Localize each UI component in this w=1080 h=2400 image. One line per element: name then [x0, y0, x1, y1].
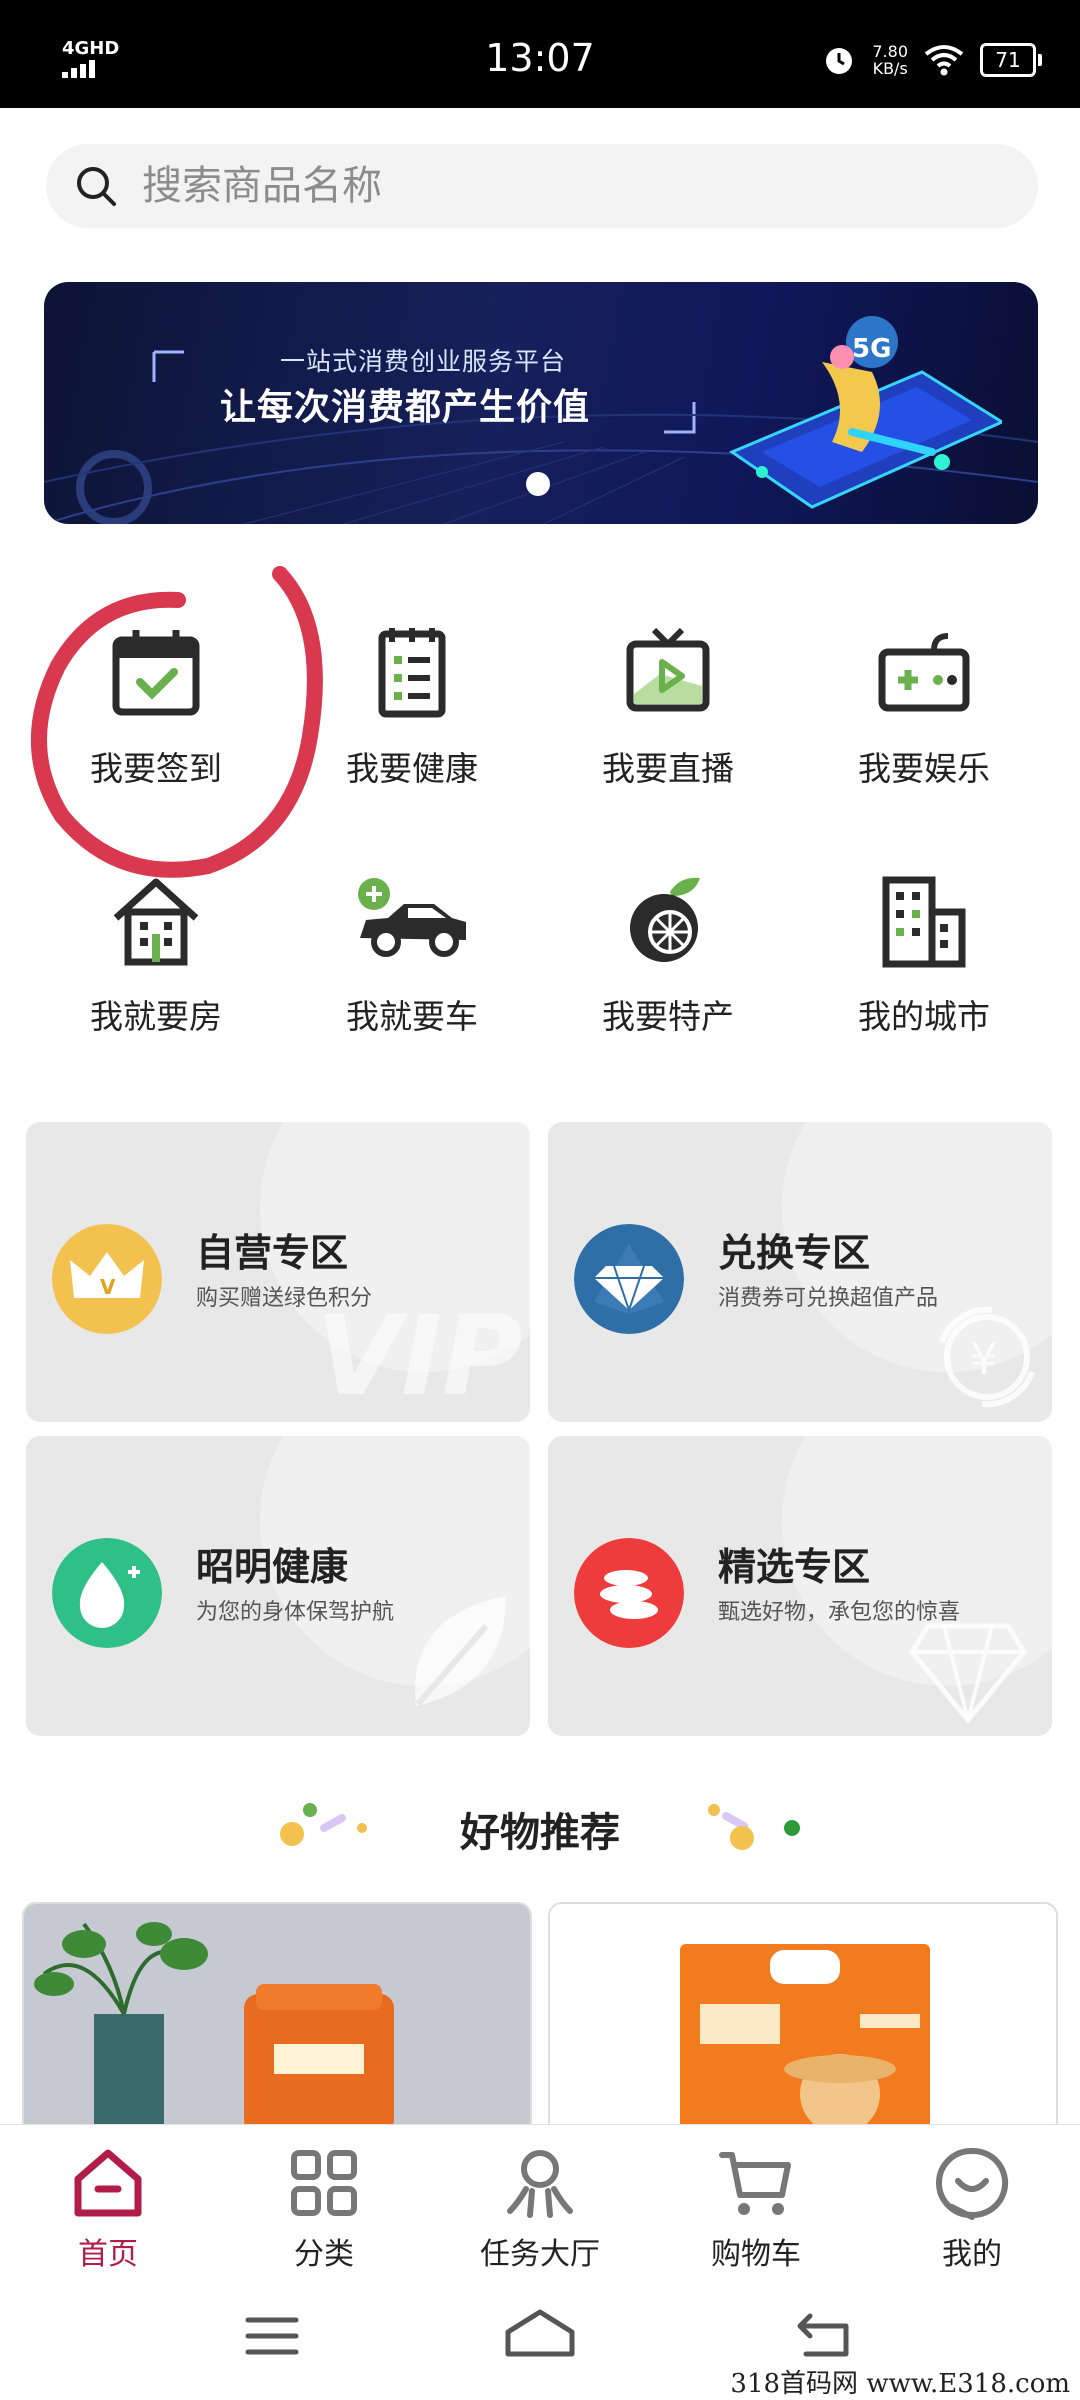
tab-label: 购物车	[711, 2237, 801, 2272]
card-subtitle: 购买赠送绿色积分	[196, 1286, 373, 1311]
car-icon	[358, 878, 466, 957]
promo-card-health[interactable]: 昭明健康 为您的身体保驾护航	[26, 1436, 530, 1736]
shortcut-label: 我的城市	[858, 997, 990, 1036]
shortcut-entertainment[interactable]: 我要娱乐	[824, 624, 1024, 814]
battery-icon: 71	[980, 43, 1042, 77]
tab-label: 我的	[942, 2237, 1002, 2272]
system-navigation-bar: 318首码网 www.E318.com	[0, 2274, 1080, 2400]
shortcut-label: 我要娱乐	[858, 749, 990, 788]
card-title: 自营专区	[196, 1231, 349, 1275]
card-title: 精选专区	[718, 1545, 871, 1589]
banner-subtitle: 一站式消费创业服务平台	[280, 347, 567, 376]
promo-card-selected[interactable]: 精选专区 甄选好物，承包您的惊喜	[548, 1436, 1052, 1736]
product-image	[550, 1904, 1056, 2134]
calendar-check-icon	[112, 630, 200, 716]
shortcut-label: 我要签到	[90, 749, 222, 788]
product-card[interactable]	[22, 1902, 532, 2136]
banner-page-indicator	[526, 472, 550, 496]
wifi-icon	[924, 45, 964, 76]
card-subtitle: 为您的身体保驾护航	[196, 1600, 395, 1625]
diamond-icon	[574, 1224, 684, 1334]
shortcut-label: 我就要车	[346, 997, 478, 1036]
city-building-icon	[882, 876, 966, 968]
orange-fruit-icon	[630, 877, 700, 962]
status-right: 7.80 KB/s 71	[822, 38, 1042, 82]
site-watermark: 318首码网 www.E318.com	[730, 2369, 1070, 2399]
gamepad-icon	[878, 633, 970, 712]
profile-icon	[936, 2147, 1009, 2220]
tab-category[interactable]: 分类	[216, 2143, 432, 2272]
shortcut-car[interactable]: 我就要车	[312, 872, 512, 1062]
card-subtitle: 甄选好物，承包您的惊喜	[718, 1600, 961, 1625]
bottom-tab-bar: 首页 分类 任务大厅 购物车 我的	[0, 2124, 1080, 2275]
diamond-watermark-icon	[908, 1623, 1028, 1724]
card-title: 兑换专区	[718, 1231, 871, 1275]
heading-decoration-right	[708, 1804, 800, 1850]
leaf-watermark-icon	[415, 1596, 506, 1706]
house-icon	[113, 878, 199, 966]
tab-label: 分类	[294, 2237, 354, 2272]
checklist-icon	[378, 628, 446, 718]
banner-title: 让每次消费都产生价值	[220, 387, 591, 428]
shortcut-label: 我要健康	[346, 749, 478, 788]
svg-text:V: V	[100, 1275, 116, 1299]
shortcut-label: 我要特产	[602, 997, 734, 1036]
card-title: 昭明健康	[196, 1545, 349, 1589]
water-drop-icon	[52, 1538, 162, 1648]
cart-icon	[719, 2152, 791, 2215]
shortcut-label: 我就要房	[90, 997, 222, 1036]
shortcut-sign-in[interactable]: 我要签到	[56, 624, 256, 814]
shortcut-house[interactable]: 我就要房	[56, 872, 256, 1062]
status-bar: 4GHD 13:07 7.80 KB/s 71	[0, 0, 1080, 108]
tab-task-hall[interactable]: 任务大厅	[432, 2143, 648, 2272]
net-speed-unit: KB/s	[872, 59, 908, 78]
grid-icon	[291, 2150, 357, 2216]
shortcut-label: 我要直播	[602, 749, 734, 788]
search-input[interactable]	[140, 162, 944, 210]
battery-level: 71	[995, 48, 1021, 72]
home-icon	[74, 2149, 142, 2217]
search-icon[interactable]	[74, 164, 118, 208]
svg-text:5G: 5G	[852, 334, 891, 364]
coins-icon	[574, 1538, 684, 1648]
shortcut-live[interactable]: 我要直播	[568, 624, 768, 814]
product-card[interactable]	[548, 1902, 1058, 2136]
menu-icon[interactable]	[244, 2314, 300, 2358]
crown-icon: V	[52, 1224, 162, 1334]
net-speed: 7.80 KB/s	[872, 43, 908, 77]
card-subtitle: 消费券可兑换超值产品	[718, 1286, 939, 1311]
shortcut-city[interactable]: 我的城市	[824, 872, 1024, 1062]
task-hall-icon	[507, 2150, 573, 2218]
back-icon[interactable]	[796, 2312, 852, 2360]
system-home-icon[interactable]	[504, 2308, 576, 2360]
yuan-exchange-icon: ¥	[939, 1306, 1035, 1408]
product-image	[24, 1904, 530, 2134]
tab-home[interactable]: 首页	[0, 2143, 216, 2272]
shortcut-specialty[interactable]: 我要特产	[568, 872, 768, 1062]
banner-illustration: 5G	[728, 316, 1002, 509]
promo-banner[interactable]: 一站式消费创业服务平台 让每次消费都产生价值 5G	[44, 282, 1038, 524]
promo-card-self-operated[interactable]: VIP V 自营专区 购买赠送绿色积分	[26, 1122, 530, 1422]
shortcut-health[interactable]: 我要健康	[312, 624, 512, 814]
alarm-icon	[826, 48, 853, 74]
search-bar[interactable]	[46, 144, 1038, 228]
tab-cart[interactable]: 购物车	[648, 2143, 864, 2272]
net-speed-value: 7.80	[872, 42, 908, 61]
yuan-symbol: ¥	[970, 1334, 998, 1385]
recommend-title: 好物推荐	[460, 1810, 620, 1856]
tab-label: 首页	[78, 2237, 138, 2272]
tv-play-icon	[626, 627, 710, 712]
promo-card-exchange[interactable]: ¥ 兑换专区 消费券可兑换超值产品	[548, 1122, 1052, 1422]
tab-mine[interactable]: 我的	[864, 2143, 1080, 2272]
tab-label: 任务大厅	[480, 2237, 600, 2272]
